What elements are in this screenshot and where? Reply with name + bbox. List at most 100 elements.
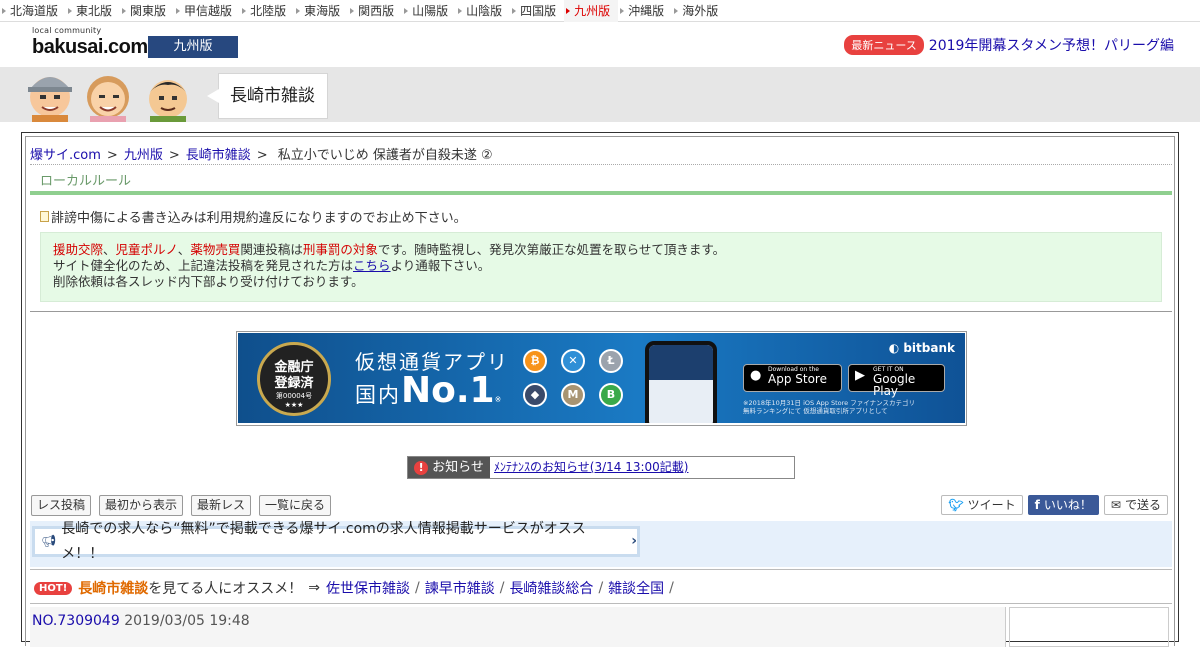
google-play-badge[interactable]: ▶ GET IT ON Google Play — [848, 364, 945, 397]
main-inner: 爆サイ.com > 九州版 > 長崎市雑談 > 私立小でいじめ 保護者が自殺未遂 ② ロー… — [25, 136, 1175, 647]
region-tab[interactable]: 海外版 — [672, 0, 726, 22]
site-logo[interactable]: local community bakusai.com — [32, 26, 148, 59]
region-tab[interactable]: 東海版 — [294, 0, 348, 22]
like-label: いいね！ — [1043, 498, 1092, 512]
breadcrumb-board[interactable]: 長崎市雑談 — [186, 148, 251, 163]
notice-tail: です。随時監視し、発見次第厳正な処置を取らせて頂きます。 — [377, 242, 726, 257]
post-date: 2019/03/05 19:48 — [124, 613, 250, 629]
notice-line-1: 援助交際、児童ポルノ、薬物売買関連投稿は刑事罰の対象です。随時監視し、発見次第厳… — [53, 242, 1149, 258]
show-from-start-button[interactable]: 最初から表示 — [99, 495, 184, 516]
ad-fineprint: ※2018年10月31日 iOS App Store ファイナンスカテゴリ 無料… — [743, 399, 915, 415]
facebook-icon: f — [1034, 498, 1040, 512]
notice-mid: 関連投稿は — [240, 242, 303, 257]
notice-term-3: 薬物売買 — [190, 242, 241, 257]
tweet-label: ツイート — [967, 498, 1016, 512]
recommended-boards: HOT! 長崎市雑談 を見てる人にオススメ！ ⇒ 佐世保市雑談 / 諫早市雑談 / … — [34, 578, 679, 598]
bitbank-name: bitbank — [903, 341, 955, 355]
region-tab[interactable]: 北陸版 — [240, 0, 294, 22]
megaphone-icon: 📢︎ — [41, 534, 57, 548]
region-tab[interactable]: 九州版 — [564, 0, 619, 22]
notice-line-3: 削除依頼は各スレッド内下部より受け付けております。 — [53, 274, 364, 289]
alert-icon: ! — [414, 460, 429, 475]
recommend-link-sasebo[interactable]: 佐世保市雑談 — [326, 578, 410, 598]
monacoin-icon: M — [561, 383, 585, 407]
divider — [30, 603, 1172, 604]
board-title: 長崎市雑談 — [207, 73, 328, 119]
breadcrumb: 爆サイ.com > 九州版 > 長崎市雑談 > 私立小でいじめ 保護者が自殺未遂 ② — [30, 144, 493, 163]
defamation-warning: 誹謗中傷による書き込みは利用規約違反になりますのでお止め下さい。 — [40, 207, 467, 226]
notice-line-2a: サイト健全化のため、上記違法投稿を発見された方は — [53, 258, 354, 273]
breadcrumb-region[interactable]: 九州版 — [124, 148, 163, 163]
report-link[interactable]: こちら — [353, 258, 391, 273]
notice-line-2: サイト健全化のため、上記違法投稿を発見された方はこちらより通報下さい。 — [53, 258, 1149, 274]
back-to-list-button[interactable]: 一覧に戻る — [259, 495, 332, 516]
post-number[interactable]: NO.7309049 — [32, 613, 120, 629]
logo-tagline: local community — [32, 26, 102, 35]
seal-stars: ★★★ — [284, 401, 304, 409]
hot-badge: HOT! — [34, 581, 73, 595]
post-reply-button[interactable]: レス投稿 — [31, 495, 92, 516]
arrow-icon: ⇒ — [308, 580, 320, 596]
region-tab[interactable]: 山陽版 — [402, 0, 456, 22]
recommend-link-isahaya[interactable]: 諫早市雑談 — [425, 578, 495, 598]
recommend-link-nagasaki-general[interactable]: 長崎雑談総合 — [509, 578, 593, 598]
bitcoin-icon: ₿ — [523, 349, 547, 373]
recommend-link-national[interactable]: 雑談全国 — [608, 578, 664, 598]
memo-icon — [40, 211, 49, 222]
thread-actions: レス投稿 最初から表示 最新レス 一覧に戻る — [31, 495, 339, 516]
facebook-like-button[interactable]: f いいね！ — [1027, 495, 1099, 515]
notice-comma: 、 — [103, 242, 116, 257]
region-tab[interactable]: 北海道版 — [0, 0, 66, 22]
share-buttons: 🐦︎ ツイート f いいね！ ✉ で送る — [936, 495, 1168, 515]
litecoin-icon: Ł — [599, 349, 623, 373]
region-tab[interactable]: 甲信越版 — [174, 0, 240, 22]
recommend-separator: / — [499, 580, 505, 596]
breadcrumb-home[interactable]: 爆サイ.com — [30, 148, 101, 163]
recommend-board: 長崎市雑談 — [78, 581, 149, 597]
mail-icon: ✉ — [1110, 498, 1121, 512]
ad-mark: ※ — [494, 395, 504, 404]
tweet-button[interactable]: 🐦︎ ツイート — [941, 495, 1023, 515]
warning-text: 誹謗中傷による書き込みは利用規約違反になりますのでお止め下さい。 — [51, 211, 467, 226]
local-rule-header: ローカルルール — [30, 164, 1172, 195]
site-header: local community bakusai.com 九州版 最新ニュース 2… — [0, 22, 1200, 67]
ethereum-icon: ◆ — [523, 383, 547, 407]
latest-replies-button[interactable]: 最新レス — [191, 495, 252, 516]
breadcrumb-separator: > — [168, 148, 180, 163]
region-tab[interactable]: 関東版 — [120, 0, 174, 22]
region-tab[interactable]: 東北版 — [66, 0, 120, 22]
notice-term-1: 援助交際 — [53, 242, 104, 257]
notice-term-2: 児童ポルノ — [115, 242, 178, 257]
ad-title-2a: 国内 — [355, 383, 401, 407]
app-store-badge[interactable]: ● Download on the App Store — [743, 364, 842, 392]
illegal-post-notice: 援助交際、児童ポルノ、薬物売買関連投稿は刑事罰の対象です。随時監視し、発見次第厳… — [40, 232, 1162, 302]
recommend-separator: / — [415, 580, 420, 596]
news-headline[interactable]: 2019年開幕スタメン予想！パリーグ編 — [929, 35, 1174, 55]
divider — [30, 569, 1172, 570]
chevron-right-icon: › — [631, 533, 637, 549]
breadcrumb-separator: > — [256, 148, 268, 163]
recommend-separator: / — [669, 580, 674, 596]
seal-line-2: 登録済 — [274, 376, 314, 391]
board-banner: 長崎市雑談 — [0, 67, 1200, 122]
breadcrumb-separator: > — [106, 148, 118, 163]
mail-label: で送る — [1124, 498, 1161, 512]
job-promo-text: 長崎での求人なら“無料”で掲載できる爆サイ.comの求人情報掲載サービスがオスス… — [61, 520, 586, 562]
ad-banner-image[interactable]: 金融庁 登録済 第00004号 ★★★ 仮想通貨アプリ 国内No.1※ ₿ ✕ … — [238, 333, 965, 423]
mascot-faces-illustration — [28, 76, 187, 122]
maintenance-notice-link[interactable]: ﾒﾝﾃﾅﾝｽのお知らせ(3/14 13:00記載) — [490, 457, 688, 478]
ad-title-2: 国内No.1※ — [355, 370, 503, 411]
recommend-text: を見てる人にオススメ！ — [148, 581, 303, 597]
ad-fine-2: 無料ランキングにて 仮想通貨取引所アプリとして — [743, 407, 888, 415]
notice-comma: 、 — [177, 242, 191, 257]
region-tab[interactable]: 関西版 — [348, 0, 402, 22]
mail-share-button[interactable]: ✉ で送る — [1103, 495, 1168, 515]
notice-term-4: 刑事罰の対象 — [302, 242, 378, 257]
region-tab[interactable]: 山陰版 — [456, 0, 510, 22]
region-tab[interactable]: 沖縄版 — [618, 0, 672, 22]
ad-banner[interactable]: 金融庁 登録済 第00004号 ★★★ 仮想通貨アプリ 国内No.1※ ₿ ✕ … — [236, 331, 967, 426]
news-ticker[interactable]: 最新ニュース 2019年開幕スタメン予想！パリーグ編 — [844, 35, 1174, 55]
job-promo-link[interactable]: 📢︎ 長崎での求人なら“無料”で掲載できる爆サイ.comの求人情報掲載サービスが… — [32, 521, 640, 562]
region-tab[interactable]: 四国版 — [510, 0, 564, 22]
edition-badge[interactable]: 九州版 — [148, 36, 238, 58]
